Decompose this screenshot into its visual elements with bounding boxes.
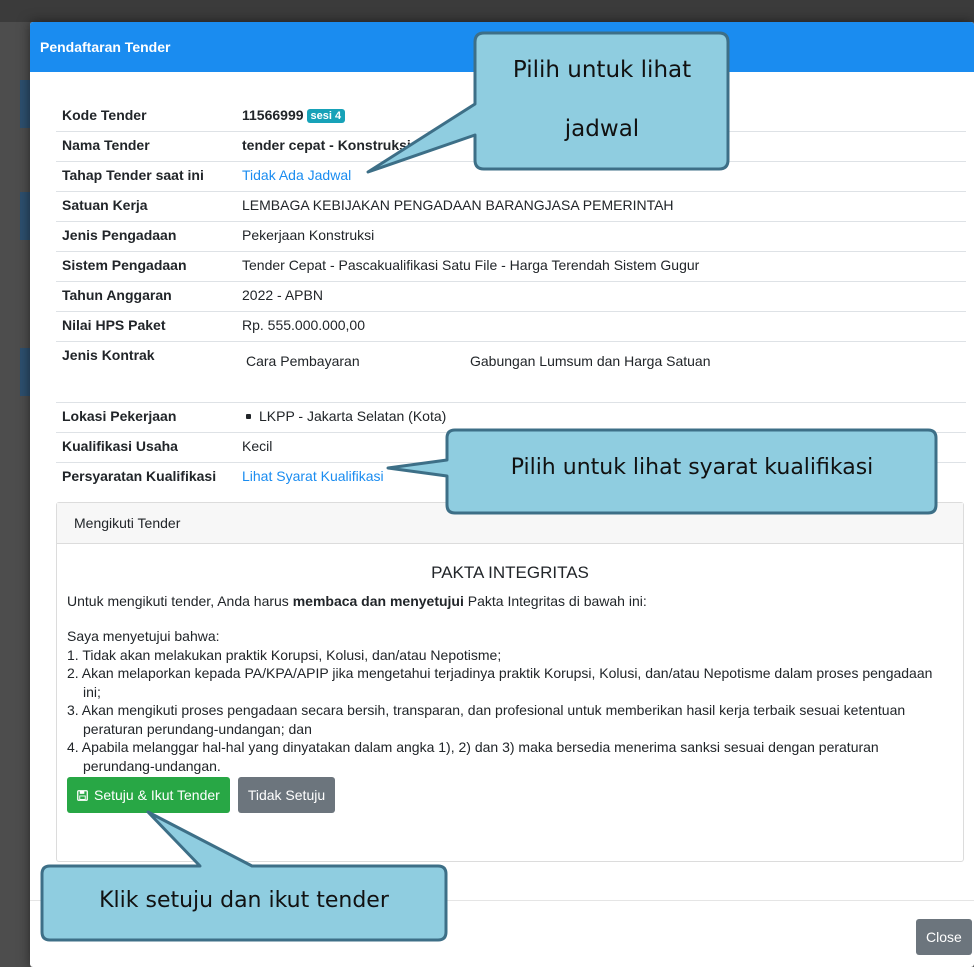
hps-label: Nilai HPS Paket [56, 311, 236, 342]
tahun-value: 2022 - APBN [236, 281, 966, 312]
persyaratan-label: Persyaratan Kualifikasi [56, 462, 236, 492]
callout-setuju-text: Klik setuju dan ikut tender [99, 888, 389, 913]
card-title: Mengikuti Tender [74, 515, 181, 531]
callout-jadwal-text-1: Pilih untuk lihat [512, 57, 692, 83]
bullet-icon [246, 413, 251, 419]
close-button[interactable]: Close [916, 919, 972, 955]
lokasi-cell: LKPP - Jakarta Selatan (Kota) [236, 402, 966, 433]
jenis-value: Pekerjaan Konstruksi [236, 221, 966, 252]
backdrop-element [20, 192, 30, 240]
page-backdrop [0, 0, 974, 22]
sistem-label: Sistem Pengadaan [56, 251, 236, 282]
session-badge: sesi 4 [306, 109, 346, 123]
table-row: Sistem Pengadaan Tender Cepat - Pascakua… [56, 251, 966, 282]
satuan-value: LEMBAGA KEBIJAKAN PENGADAAN BARANGJASA P… [236, 191, 966, 222]
lokasi-value: LKPP - Jakarta Selatan (Kota) [259, 408, 447, 424]
tahap-cell: Tidak Ada Jadwal [236, 161, 966, 192]
agree-button[interactable]: Setuju & Ikut Tender [67, 777, 230, 813]
action-buttons: Setuju & Ikut Tender Tidak Setuju [67, 777, 953, 813]
lokasi-label: Lokasi Pekerjaan [56, 402, 236, 433]
tahap-label: Tahap Tender saat ini [56, 161, 236, 192]
save-icon [77, 789, 88, 801]
list-item: 3. Akan mengikuti proses pengadaan secar… [67, 702, 906, 737]
table-row: Tahap Tender saat ini Tidak Ada Jadwal [56, 161, 966, 192]
agree-heading: Saya menyetujui bahwa: [67, 628, 220, 644]
table-row: Jenis Kontrak Cara Pembayaran Gabungan L… [56, 341, 966, 403]
table-row: Tahun Anggaran 2022 - APBN [56, 281, 966, 312]
intro-text: Untuk mengikuti tender, Anda harus [67, 592, 293, 609]
backdrop-element [20, 80, 30, 128]
list-item: 1. Tidak akan melakukan praktik Korupsi,… [67, 646, 502, 663]
kontrak-cell: Cara Pembayaran Gabungan Lumsum dan Harg… [236, 341, 966, 403]
kode-value: 11566999 [242, 107, 304, 123]
registration-modal: Pendaftaran Tender Kode Tender 11566999 s… [30, 22, 974, 967]
kontrak-value: Gabungan Lumsum dan Harga Satuan [470, 353, 711, 369]
nama-label: Nama Tender [56, 131, 236, 162]
kontrak-key: Cara Pembayaran [246, 353, 360, 369]
table-row: Nilai HPS Paket Rp. 555.000.000,00 [56, 311, 966, 342]
callout-syarat-text: Pilih untuk lihat syarat kualifikasi [510, 455, 874, 480]
kontrak-label: Jenis Kontrak [56, 341, 236, 403]
kualifikasi-label: Kualifikasi Usaha [56, 432, 236, 463]
card-body: PAKTA INTEGRITAS Untuk mengikuti tender,… [57, 563, 963, 813]
pakta-intro: Untuk mengikuti tender, Anda harus memba… [67, 592, 953, 611]
pakta-list: 1. Tidak akan melakukan praktik Korupsi,… [67, 646, 953, 776]
pakta-title: PAKTA INTEGRITAS [431, 563, 589, 582]
intro-text-end: Pakta Integritas di bawah ini: [463, 592, 647, 609]
modal-title: Pendaftaran Tender [40, 39, 171, 55]
qualification-link[interactable]: Lihat Syarat Kualifikasi [242, 468, 384, 484]
kode-label: Kode Tender [62, 107, 147, 123]
participation-card: Mengikuti Tender PAKTA INTEGRITAS Untuk … [56, 502, 964, 862]
sistem-value: Tender Cepat - Pascakualifikasi Satu Fil… [236, 251, 966, 282]
jenis-label: Jenis Pengadaan [56, 221, 236, 252]
table-row: Jenis Pengadaan Pekerjaan Konstruksi [56, 221, 966, 252]
backdrop-element [20, 348, 30, 396]
tahun-label: Tahun Anggaran [56, 281, 236, 312]
schedule-link[interactable]: Tidak Ada Jadwal [242, 167, 351, 183]
card-header: Mengikuti Tender [57, 503, 963, 544]
table-row: Lokasi Pekerjaan LKPP - Jakarta Selatan … [56, 402, 966, 433]
intro-emphasis: membaca dan menyetujui [292, 592, 464, 609]
kontrak-subtable: Cara Pembayaran Gabungan Lumsum dan Harg… [242, 347, 960, 369]
satuan-label: Satuan Kerja [56, 191, 236, 222]
disagree-button[interactable]: Tidak Setuju [237, 777, 336, 813]
page-backdrop-left [0, 22, 30, 967]
agree-button-label: Setuju & Ikut Tender [94, 787, 220, 803]
tender-detail-table: Kode Tender 11566999 sesi 4 Nama Tender t… [56, 102, 966, 492]
list-item: 4. Apabila melanggar hal-hal yang dinyat… [67, 739, 879, 774]
table-row: Satuan Kerja LEMBAGA KEBIJAKAN PENGADAAN… [56, 191, 966, 222]
callout-jadwal-text-2: jadwal [564, 116, 640, 142]
list-item: 2. Akan melaporkan kepada PA/KPA/APIP ji… [67, 665, 933, 700]
hps-value: Rp. 555.000.000,00 [236, 311, 966, 342]
